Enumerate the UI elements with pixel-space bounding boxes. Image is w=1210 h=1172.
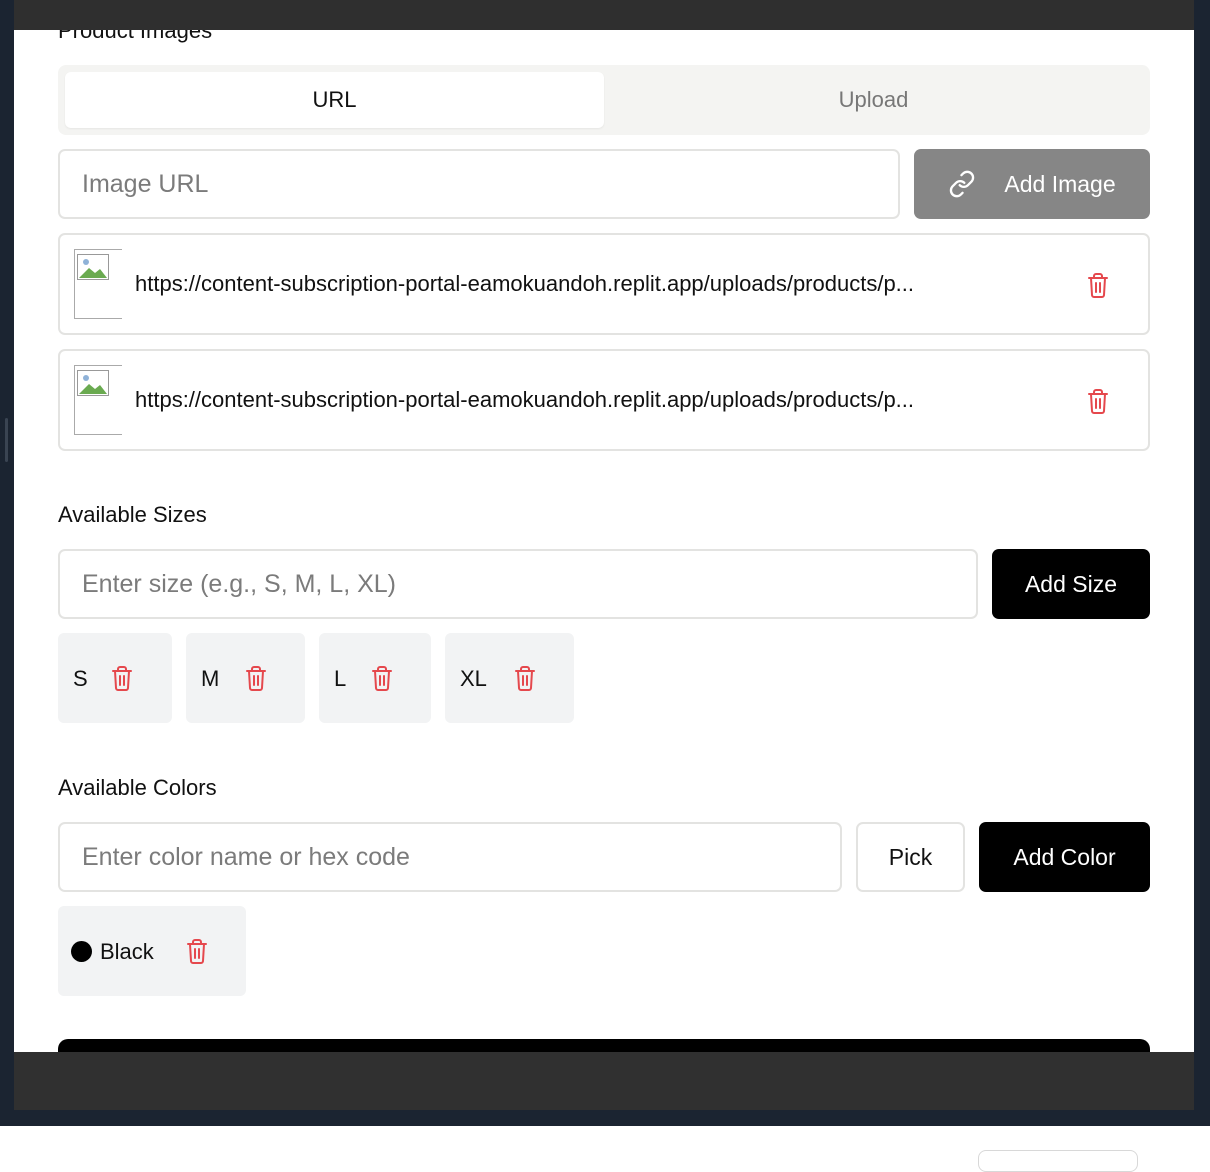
delete-size-button[interactable] xyxy=(110,665,134,696)
overlay-right-edge xyxy=(1194,0,1210,1125)
size-chip-label: XL xyxy=(460,666,487,691)
size-chip: XL xyxy=(445,633,574,723)
trash-icon xyxy=(1086,389,1110,418)
overlay-top-bar xyxy=(0,0,1210,30)
trash-icon xyxy=(244,666,268,695)
add-size-button[interactable]: Add Size xyxy=(992,549,1150,619)
image-url-text: https://content-subscription-portal-eamo… xyxy=(135,271,915,296)
link-icon xyxy=(948,170,976,198)
trash-icon xyxy=(1086,273,1110,302)
image-list-item: https://content-subscription-portal-eamo… xyxy=(58,233,1150,335)
delete-color-button[interactable] xyxy=(185,938,209,969)
delete-image-button[interactable] xyxy=(1086,388,1110,419)
overlay-bottom-edge xyxy=(0,1110,1210,1126)
delete-image-button[interactable] xyxy=(1086,272,1110,303)
broken-image-icon xyxy=(74,365,122,435)
product-images-title: Product Images xyxy=(58,30,213,43)
trash-icon xyxy=(513,666,537,695)
trash-icon xyxy=(185,939,209,968)
trash-icon xyxy=(370,666,394,695)
overlay-left-edge xyxy=(0,0,14,1125)
tab-url[interactable]: URL xyxy=(65,72,604,128)
submit-button[interactable] xyxy=(58,1039,1150,1052)
tab-upload[interactable]: Upload xyxy=(604,72,1143,128)
size-chip: S xyxy=(58,633,172,723)
size-chip: L xyxy=(319,633,431,723)
pick-color-button[interactable]: Pick xyxy=(856,822,965,892)
product-dialog: Product Images URL Upload Image URL Add … xyxy=(14,30,1194,1052)
add-image-button[interactable]: Add Image xyxy=(914,149,1150,219)
color-chip-label: Black xyxy=(100,939,154,964)
color-swatch xyxy=(71,941,92,962)
size-input[interactable]: Enter size (e.g., S, M, L, XL) xyxy=(58,549,978,619)
size-chip-label: M xyxy=(201,666,220,691)
add-color-button[interactable]: Add Color xyxy=(979,822,1150,892)
size-chip: M xyxy=(186,633,305,723)
scrollbar-handle[interactable] xyxy=(5,418,8,462)
image-url-text: https://content-subscription-portal-eamo… xyxy=(135,387,915,412)
delete-size-button[interactable] xyxy=(513,665,537,696)
size-chip-label: L xyxy=(334,666,347,691)
image-url-input[interactable]: Image URL xyxy=(58,149,900,219)
color-input[interactable]: Enter color name or hex code xyxy=(58,822,842,892)
image-list-item: https://content-subscription-portal-eamo… xyxy=(58,349,1150,451)
trash-icon xyxy=(110,666,134,695)
image-source-tabs: URL Upload xyxy=(58,65,1150,135)
background-button[interactable] xyxy=(978,1150,1138,1172)
available-sizes-title: Available Sizes xyxy=(58,502,207,527)
dialog-footer-bar xyxy=(14,1052,1194,1110)
delete-size-button[interactable] xyxy=(370,665,394,696)
available-colors-title: Available Colors xyxy=(58,775,217,800)
delete-size-button[interactable] xyxy=(244,665,268,696)
broken-image-icon xyxy=(74,249,122,319)
add-image-label: Add Image xyxy=(1004,170,1116,197)
size-chip-label: S xyxy=(73,666,88,691)
color-chip: Black xyxy=(58,906,246,996)
